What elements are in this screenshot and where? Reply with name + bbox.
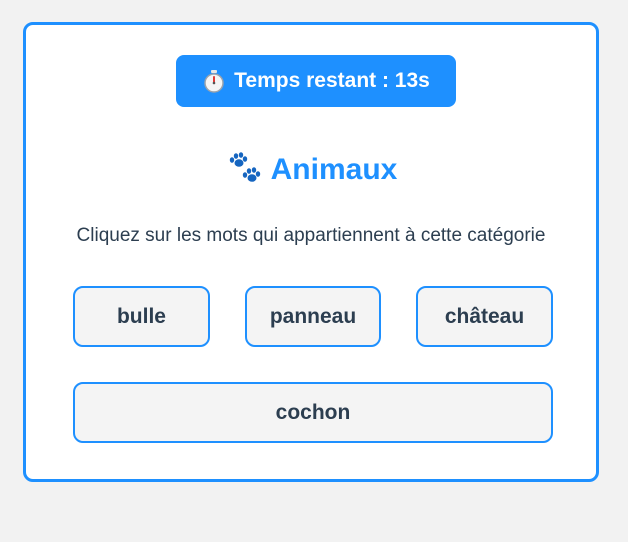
timer-label: Temps restant : 13s xyxy=(234,69,430,92)
category-title: Animaux xyxy=(26,151,596,189)
word-button[interactable]: panneau xyxy=(245,286,381,347)
timer-badge: Temps restant : 13s xyxy=(176,55,456,107)
paw-prints-icon xyxy=(225,151,263,189)
category-label: Animaux xyxy=(270,153,398,186)
stopwatch-icon xyxy=(202,69,226,93)
word-button[interactable]: cochon xyxy=(73,382,553,443)
word-button[interactable]: bulle xyxy=(73,286,210,347)
word-button[interactable]: château xyxy=(416,286,553,347)
instruction-text: Cliquez sur les mots qui appartiennent à… xyxy=(76,225,546,246)
game-card: Temps restant : 13s Animaux Cliquez sur … xyxy=(23,22,599,482)
